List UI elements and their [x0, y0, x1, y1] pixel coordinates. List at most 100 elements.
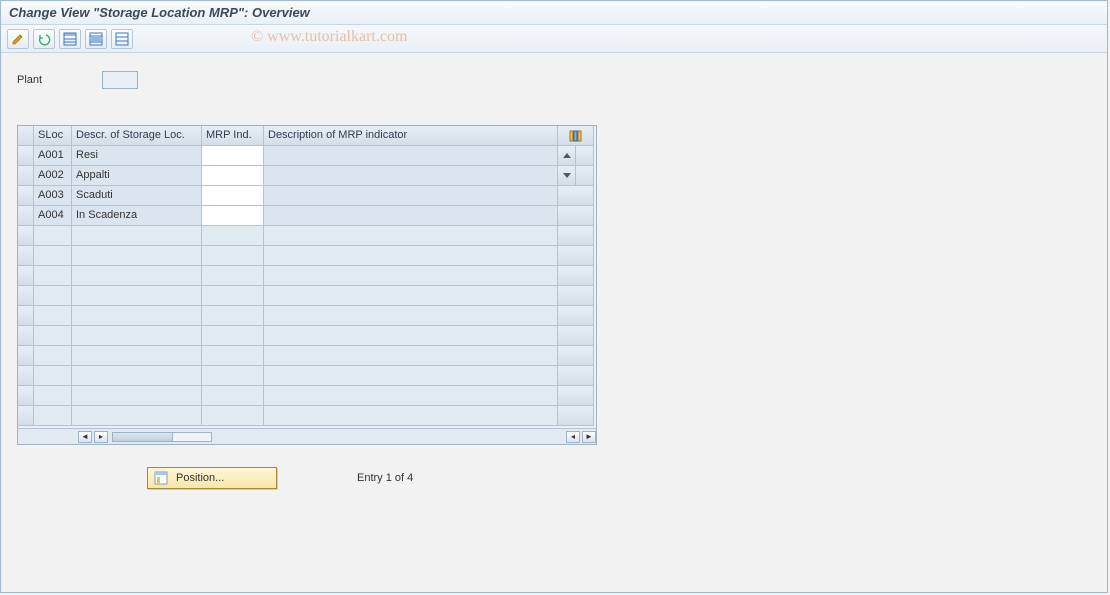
cell-mrp-descr	[264, 306, 558, 326]
row-selector[interactable]	[18, 226, 34, 246]
vscroll-track[interactable]	[558, 206, 594, 226]
cell-sloc	[34, 246, 72, 266]
vscroll-track[interactable]	[558, 266, 594, 286]
row-selector[interactable]	[18, 306, 34, 326]
select-all-button[interactable]	[59, 29, 81, 49]
scroll-left-button[interactable]: ▸	[94, 431, 108, 443]
row-selector[interactable]	[18, 386, 34, 406]
vscroll-track[interactable]	[558, 346, 594, 366]
table-footer: Position... Entry 1 of 4	[17, 467, 1091, 489]
content-area: Plant SLoc Descr. of Storage Loc. MRP In…	[1, 53, 1107, 501]
select-block-button[interactable]	[85, 29, 107, 49]
cell-mrp-input[interactable]	[202, 146, 264, 166]
vscroll-track[interactable]	[558, 186, 594, 206]
position-button[interactable]: Position...	[147, 467, 277, 489]
cell-descr	[72, 266, 202, 286]
cell-sloc	[34, 346, 72, 366]
toolbar: © www.tutorialkart.com	[1, 25, 1107, 53]
vscroll-track[interactable]	[558, 386, 594, 406]
vscroll-track[interactable]	[558, 246, 594, 266]
scroll-up-button[interactable]	[558, 146, 576, 166]
row-selector[interactable]	[18, 326, 34, 346]
cell-descr	[72, 326, 202, 346]
cell-mrp-input	[202, 246, 264, 266]
cell-mrp-descr[interactable]	[264, 166, 558, 186]
scroll-right-button[interactable]: ◂	[566, 431, 580, 443]
cell-mrp-descr[interactable]	[264, 206, 558, 226]
col-descr[interactable]: Descr. of Storage Loc.	[72, 126, 202, 146]
plant-input[interactable]	[102, 71, 138, 89]
cell-sloc	[34, 226, 72, 246]
cell-descr	[72, 226, 202, 246]
cell-sloc[interactable]: A002	[34, 166, 72, 186]
cell-mrp-descr	[264, 246, 558, 266]
toggle-edit-button[interactable]	[7, 29, 29, 49]
cell-mrp-input	[202, 406, 264, 426]
storage-location-table: SLoc Descr. of Storage Loc. MRP Ind. Des…	[17, 125, 597, 445]
row-selector[interactable]	[18, 146, 34, 166]
cell-sloc	[34, 386, 72, 406]
cell-descr[interactable]: Appalti	[72, 166, 202, 186]
scroll-track[interactable]	[112, 432, 212, 442]
cell-mrp-input[interactable]	[202, 166, 264, 186]
row-selector[interactable]	[18, 206, 34, 226]
table-row	[18, 326, 596, 346]
table-row	[18, 246, 596, 266]
cell-mrp-input	[202, 346, 264, 366]
col-sloc[interactable]: SLoc	[34, 126, 72, 146]
cell-mrp-descr[interactable]	[264, 146, 558, 166]
deselect-all-button[interactable]	[111, 29, 133, 49]
table-row: A002Appalti	[18, 166, 596, 186]
cell-mrp-descr	[264, 346, 558, 366]
vscroll-track[interactable]	[558, 326, 594, 346]
cell-sloc[interactable]: A001	[34, 146, 72, 166]
vscroll-thumb[interactable]	[576, 146, 594, 166]
scroll-first-button[interactable]: ◄	[78, 431, 92, 443]
vscroll-track[interactable]	[558, 306, 594, 326]
cell-mrp-descr	[264, 326, 558, 346]
table-row: A004In Scadenza	[18, 206, 596, 226]
row-selector[interactable]	[18, 286, 34, 306]
vscroll-track[interactable]	[558, 406, 594, 426]
cell-mrp-descr	[264, 226, 558, 246]
configure-columns-button[interactable]	[558, 126, 594, 146]
cell-mrp-input[interactable]	[202, 186, 264, 206]
cell-sloc[interactable]: A004	[34, 206, 72, 226]
row-selector[interactable]	[18, 246, 34, 266]
row-selector-header[interactable]	[18, 126, 34, 146]
cell-mrp-descr[interactable]	[264, 186, 558, 206]
cell-descr[interactable]: In Scadenza	[72, 206, 202, 226]
row-selector[interactable]	[18, 166, 34, 186]
vscroll-track[interactable]	[558, 286, 594, 306]
row-selector[interactable]	[18, 406, 34, 426]
cell-sloc	[34, 406, 72, 426]
col-mrp-ind[interactable]: MRP Ind.	[202, 126, 264, 146]
cell-sloc	[34, 266, 72, 286]
cell-descr	[72, 346, 202, 366]
cell-descr	[72, 246, 202, 266]
cell-descr[interactable]: Resi	[72, 146, 202, 166]
watermark-text: © www.tutorialkart.com	[251, 28, 407, 46]
vscroll-track[interactable]	[576, 166, 594, 186]
row-selector[interactable]	[18, 346, 34, 366]
table-row	[18, 366, 596, 386]
cell-sloc	[34, 326, 72, 346]
row-selector[interactable]	[18, 366, 34, 386]
row-selector[interactable]	[18, 186, 34, 206]
vscroll-track[interactable]	[558, 226, 594, 246]
scroll-last-button[interactable]: ►	[582, 431, 596, 443]
cell-sloc	[34, 306, 72, 326]
scroll-thumb[interactable]	[113, 433, 173, 441]
cell-descr	[72, 366, 202, 386]
undo-button[interactable]	[33, 29, 55, 49]
scroll-down-button[interactable]	[558, 166, 576, 186]
table-row	[18, 286, 596, 306]
cell-sloc[interactable]: A003	[34, 186, 72, 206]
cell-descr[interactable]: Scaduti	[72, 186, 202, 206]
col-mrp-descr[interactable]: Description of MRP indicator	[264, 126, 558, 146]
vscroll-track[interactable]	[558, 366, 594, 386]
cell-mrp-input	[202, 386, 264, 406]
cell-mrp-input[interactable]	[202, 206, 264, 226]
row-selector[interactable]	[18, 266, 34, 286]
table-row	[18, 266, 596, 286]
